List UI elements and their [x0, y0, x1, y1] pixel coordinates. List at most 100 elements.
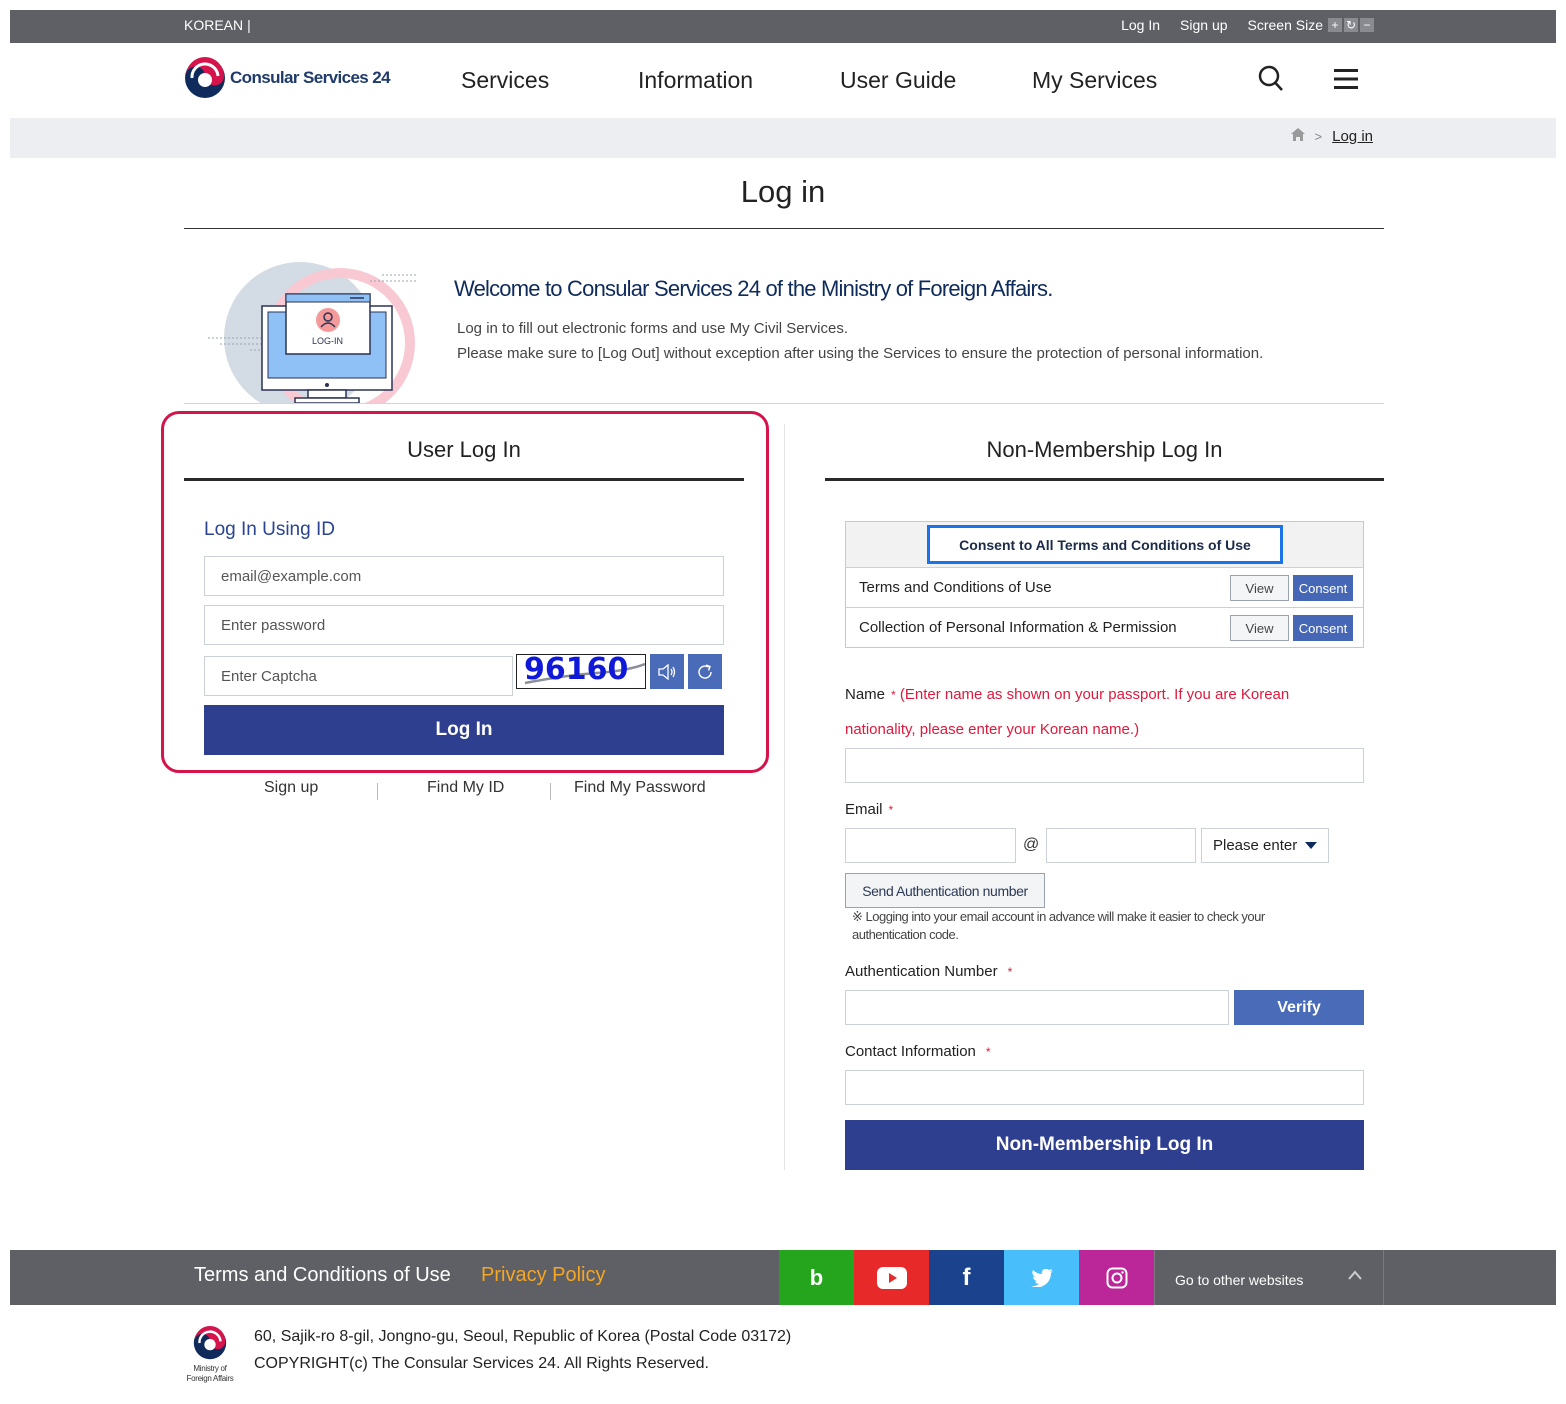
email-label: Email	[845, 801, 883, 818]
email-input[interactable]: email@example.com	[204, 556, 724, 596]
facebook-icon[interactable]: f	[929, 1250, 1004, 1305]
language-separator: |	[247, 17, 251, 33]
view-terms-button[interactable]: View	[1230, 575, 1289, 601]
utility-links: Log In Sign up Screen Size + ↻ −	[1121, 17, 1374, 33]
welcome-text-1: Log in to fill out electronic forms and …	[457, 320, 848, 337]
illustration-label: LOG-IN	[312, 336, 344, 346]
hamburger-menu-icon[interactable]	[1334, 68, 1358, 95]
login-button[interactable]: Log In	[204, 705, 724, 755]
contact-label-row: Contact Information *	[845, 1043, 991, 1060]
email-domain-input[interactable]	[1046, 828, 1196, 863]
title-divider	[184, 228, 1384, 229]
name-input[interactable]	[845, 748, 1364, 783]
verify-button[interactable]: Verify	[1234, 990, 1364, 1025]
email-label-row: Email *	[845, 801, 893, 818]
ministry-logo: Ministry of Foreign Affairs	[184, 1326, 236, 1384]
blog-glyph: b	[809, 1264, 824, 1290]
breadcrumb-current[interactable]: Log in	[1332, 128, 1373, 145]
auth-number-input[interactable]	[845, 990, 1229, 1025]
footer-bar: Terms and Conditions of Use Privacy Poli…	[10, 1250, 1556, 1305]
refresh-icon	[698, 663, 712, 679]
language-switch[interactable]: KOREAN |	[184, 17, 251, 33]
required-mark: *	[1007, 965, 1013, 979]
welcome-divider	[184, 403, 1384, 404]
zoom-in-button[interactable]: +	[1328, 18, 1342, 32]
terms-label: Terms and Conditions of Use	[859, 579, 1052, 596]
instagram-icon[interactable]	[1079, 1250, 1154, 1305]
screen-size-controls: Screen Size + ↻ −	[1248, 17, 1374, 33]
captcha-audio-button[interactable]	[650, 654, 684, 689]
at-sign: @	[1023, 836, 1040, 853]
user-login-title: User Log In	[407, 437, 521, 462]
korea-emblem-icon	[185, 57, 225, 98]
non-member-divider	[825, 478, 1384, 481]
ministry-name-line-2: Foreign Affairs	[186, 1374, 234, 1383]
logo-text: Consular Services 24	[230, 68, 391, 87]
captcha-digits: 96160	[524, 654, 629, 687]
name-hint-continued: nationality, please enter your Korean na…	[845, 721, 1140, 738]
site-header: Consular Services 24 Services Informatio…	[10, 43, 1556, 118]
required-mark: *	[891, 688, 896, 702]
other-websites-label: Go to other websites	[1175, 1272, 1304, 1288]
consent-privacy-button[interactable]: Consent	[1293, 615, 1353, 641]
find-id-link[interactable]: Find My ID	[427, 779, 504, 797]
breadcrumb-separator: >	[1314, 129, 1323, 144]
captcha-refresh-button[interactable]	[688, 654, 722, 689]
twitter-icon[interactable]	[1004, 1250, 1079, 1305]
footer-copyright: COPYRIGHT(c) The Consular Services 24. A…	[254, 1355, 709, 1372]
language-label[interactable]: KOREAN	[184, 17, 243, 33]
auth-note: ※ Logging into your email account in adv…	[852, 909, 1265, 942]
terms-row: Terms and Conditions of Use View Consent	[846, 568, 1363, 608]
name-hint: (Enter name as shown on your passport. I…	[899, 686, 1290, 703]
view-privacy-button[interactable]: View	[1230, 615, 1289, 641]
email-placeholder: email@example.com	[221, 567, 362, 585]
captcha-input[interactable]: Enter Captcha	[204, 656, 513, 696]
nav-information[interactable]: Information	[638, 67, 753, 94]
blog-icon[interactable]: b	[779, 1250, 854, 1305]
column-divider	[784, 424, 785, 1170]
search-icon[interactable]	[1258, 65, 1284, 98]
top-login-link[interactable]: Log In	[1121, 17, 1160, 33]
site-logo[interactable]: Consular Services 24	[184, 57, 391, 99]
signup-link[interactable]: Sign up	[264, 779, 318, 797]
zoom-reset-button[interactable]: ↻	[1344, 18, 1358, 32]
email-domain-select[interactable]: Please enter	[1201, 828, 1329, 863]
link-separator	[550, 783, 551, 800]
password-input[interactable]: Enter password	[204, 605, 724, 645]
other-websites-dropdown[interactable]: Go to other websites	[1154, 1250, 1384, 1305]
footer-privacy-link[interactable]: Privacy Policy	[481, 1264, 605, 1287]
user-login-divider	[184, 478, 744, 481]
zoom-out-button[interactable]: −	[1360, 18, 1374, 32]
email-local-input[interactable]	[845, 828, 1016, 863]
contact-label: Contact Information	[845, 1043, 976, 1060]
email-select-value: Please enter	[1213, 837, 1298, 854]
welcome-text-2: Please make sure to [Log Out] without ex…	[457, 345, 1264, 362]
contact-input[interactable]	[845, 1070, 1364, 1105]
link-separator	[377, 783, 378, 800]
page-title: Log in	[740, 174, 826, 209]
speaker-icon	[658, 663, 676, 680]
privacy-terms-label: Collection of Personal Information & Per…	[859, 619, 1177, 636]
consent-all-button[interactable]: Consent to All Terms and Conditions of U…	[927, 525, 1283, 564]
consent-terms-button[interactable]: Consent	[1293, 575, 1353, 601]
nav-my-services[interactable]: My Services	[1032, 67, 1157, 94]
find-password-link[interactable]: Find My Password	[574, 779, 706, 797]
non-member-login-button[interactable]: Non-Membership Log In	[845, 1120, 1364, 1170]
nav-services[interactable]: Services	[461, 67, 549, 94]
send-auth-number-button[interactable]: Send Authentication number	[845, 873, 1045, 908]
dropdown-arrow-icon	[1305, 842, 1318, 849]
name-label: Name	[845, 686, 886, 703]
required-mark: *	[985, 1045, 991, 1059]
terms-row: Collection of Personal Information & Per…	[846, 608, 1363, 648]
required-mark: *	[888, 803, 894, 817]
screen-size-label: Screen Size	[1247, 17, 1323, 33]
facebook-glyph: f	[962, 1263, 971, 1291]
top-utility-bar: KOREAN | Log In Sign up Screen Size + ↻ −	[10, 10, 1556, 43]
footer-terms-link[interactable]: Terms and Conditions of Use	[194, 1264, 451, 1287]
ministry-name-line-1: Ministry of	[193, 1364, 227, 1373]
login-illustration: LOG-IN	[200, 258, 425, 403]
top-signup-link[interactable]: Sign up	[1180, 17, 1227, 33]
youtube-icon[interactable]	[854, 1250, 929, 1305]
nav-user-guide[interactable]: User Guide	[840, 67, 956, 94]
home-icon[interactable]	[1290, 128, 1305, 145]
